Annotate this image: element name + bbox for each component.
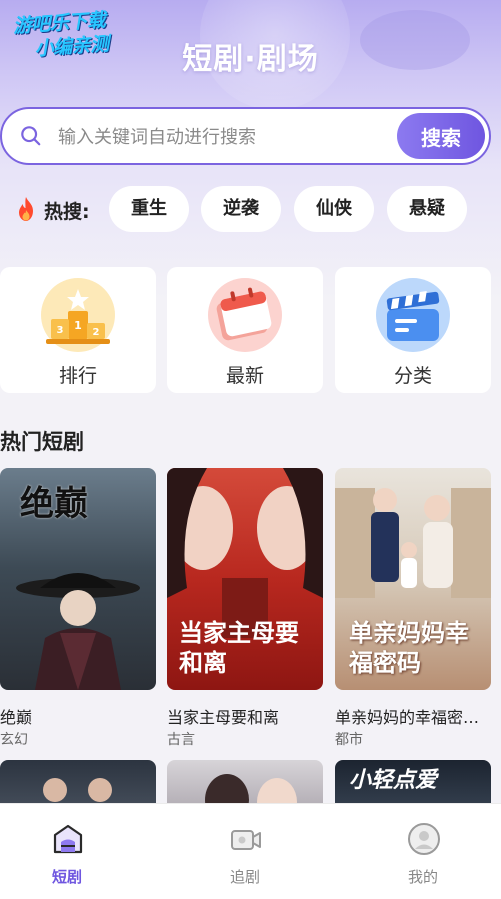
hot-tag[interactable]: 逆袭 <box>201 186 281 232</box>
category-label: 分类 <box>393 365 432 387</box>
tab-follow-drama[interactable]: 追剧 <box>185 804 305 899</box>
drama-title[interactable]: 当家主母要和离 <box>167 704 327 728</box>
drama-title[interactable]: 单亲妈妈的幸福密… <box>335 704 495 728</box>
drama-genre: 都市 <box>335 732 363 748</box>
drama-genre: 玄幻 <box>0 732 28 748</box>
svg-text:2: 2 <box>93 327 100 338</box>
drama-poster[interactable]: 当家主母要和离 <box>167 468 323 690</box>
tab-mine[interactable]: 我的 <box>363 804 483 899</box>
svg-text:3: 3 <box>57 325 64 336</box>
profile-avatar-icon <box>408 823 440 855</box>
search-bar: 搜索 <box>0 107 491 165</box>
poster-title-art: 单亲妈妈幸福密码 <box>349 618 469 677</box>
search-input[interactable] <box>58 123 378 151</box>
tab-short-drama[interactable]: 短剧 <box>7 804 127 899</box>
svg-text:1: 1 <box>74 319 82 332</box>
drama-genre: 古言 <box>167 732 195 748</box>
drama-title[interactable]: 绝巅 <box>0 704 160 728</box>
poster-title-art: 当家主母要和离 <box>179 618 299 677</box>
category-ranking[interactable]: 1 3 2 排行 <box>0 267 156 393</box>
drama-poster[interactable]: 单亲妈妈幸福密码 <box>335 468 491 690</box>
category-label: 排行 <box>58 365 97 387</box>
poster-title-art: 小轻点爱 <box>349 767 438 793</box>
category-latest[interactable]: 最新 <box>167 267 323 393</box>
video-camera-icon <box>231 830 261 850</box>
tab-label: 短剧 <box>51 868 82 886</box>
search-button[interactable]: 搜索 <box>397 113 485 159</box>
poster-title-art: 绝巅 <box>20 484 88 524</box>
clapperboard-icon <box>376 278 450 352</box>
hot-tag[interactable]: 重生 <box>109 186 189 232</box>
hot-search-row: 热搜: 重生 逆袭 仙侠 悬疑 <box>14 186 501 232</box>
hot-tag[interactable]: 悬疑 <box>387 186 467 232</box>
ranking-podium-icon: 1 3 2 <box>41 278 115 352</box>
category-label: 最新 <box>225 365 264 387</box>
bottom-tab-bar: 短剧 追剧 我的 <box>0 803 501 899</box>
tab-label: 追剧 <box>229 868 260 886</box>
home-theater-icon <box>53 824 83 854</box>
drama-poster[interactable]: 绝巅 <box>0 468 156 690</box>
hot-tag[interactable]: 仙侠 <box>294 186 374 232</box>
section-title: 热门短剧 <box>0 430 84 454</box>
calendar-icon <box>208 278 282 352</box>
hot-search-label: 热搜: <box>44 201 90 223</box>
search-icon <box>21 126 41 146</box>
category-classify[interactable]: 分类 <box>335 267 491 393</box>
fire-icon <box>19 197 33 221</box>
page-title: 短剧·剧场 <box>182 42 319 77</box>
tab-label: 我的 <box>407 868 438 886</box>
